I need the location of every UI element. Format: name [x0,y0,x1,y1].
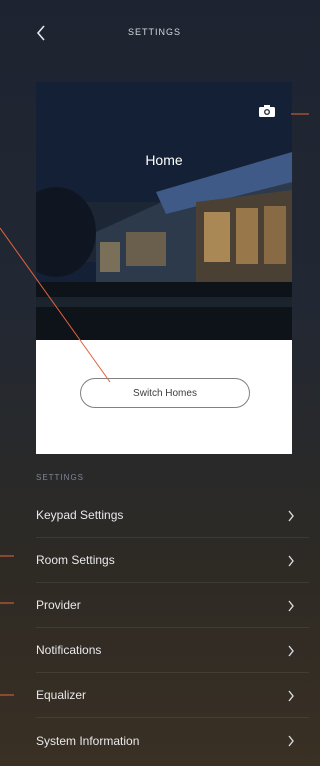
home-name: Home [145,152,183,168]
menu-item-label: Notifications [36,643,102,657]
house-image [36,82,292,340]
page-title: SETTINGS [127,27,181,37]
menu-item-notifications[interactable]: Notifications [36,628,309,673]
top-bar: SETTINGS [0,0,309,64]
menu-item-label: Provider [36,598,81,612]
menu-item-provider[interactable]: Provider [36,583,309,628]
section-label: SETTINGS [36,473,85,482]
chevron-right-icon [288,555,294,567]
chevron-right-icon [288,600,294,612]
chevron-right-icon [288,690,294,702]
home-card: Home Switch Homes [36,82,292,454]
change-photo-button[interactable] [258,104,276,118]
menu-item-system-information[interactable]: System Information [36,718,309,763]
menu-item-label: Room Settings [36,553,115,567]
menu-item-room-settings[interactable]: Room Settings [36,538,309,583]
menu-item-label: Keypad Settings [36,508,124,522]
switch-homes-button[interactable]: Switch Homes [80,378,250,408]
settings-menu: Keypad Settings Room Settings Provider N… [36,493,309,763]
chevron-right-icon [288,510,294,522]
menu-item-label: System Information [36,733,140,748]
chevron-right-icon [288,645,294,657]
menu-item-label: Equalizer [36,688,87,702]
chevron-right-icon [288,735,294,747]
home-photo: Home [36,82,292,340]
camera-icon [259,105,275,117]
menu-item-equalizer[interactable]: Equalizer [36,673,309,718]
card-footer: Switch Homes [36,340,292,454]
menu-item-keypad-settings[interactable]: Keypad Settings [36,493,309,538]
